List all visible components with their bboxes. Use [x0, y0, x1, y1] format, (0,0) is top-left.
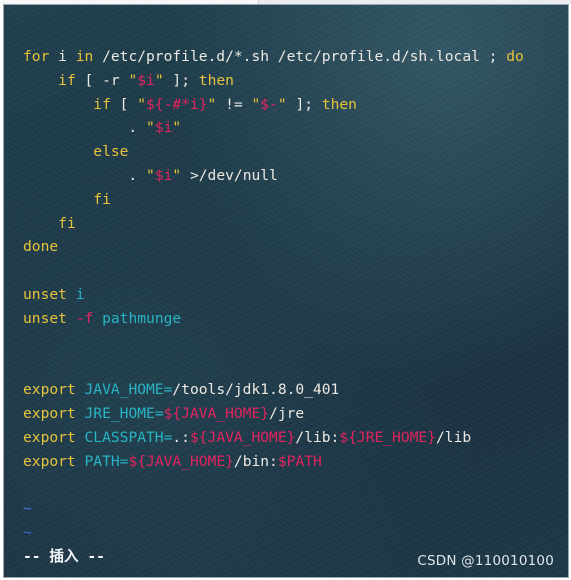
- screenshot-frame: for i in /etc/profile.d/*.sh /etc/profil…: [0, 0, 571, 580]
- code-token: ${JAVA_HOME}: [189, 428, 296, 446]
- code-token: JRE_HOME: [84, 404, 155, 422]
- terminal-window[interactable]: for i in /etc/profile.d/*.sh /etc/profil…: [3, 4, 569, 578]
- code-line: fi: [23, 212, 524, 236]
- code-token: /jre: [269, 404, 305, 422]
- code-line: export JAVA_HOME=/tools/jdk1.8.0_401: [23, 378, 524, 402]
- code-token: JAVA_HOME: [84, 381, 164, 399]
- code-token: ": [172, 119, 182, 137]
- code-token: .:: [172, 428, 190, 446]
- code-token: $-: [260, 95, 278, 113]
- code-token: ": [154, 71, 164, 89]
- code-token: ": [277, 95, 287, 113]
- code-token: ${JAVA_HOME}: [128, 452, 234, 470]
- code-token: i: [75, 285, 85, 303]
- code-token: PATH: [84, 452, 120, 470]
- code-token: /lib:: [295, 428, 340, 446]
- code-line: else: [23, 140, 524, 164]
- code-token: unset: [23, 309, 67, 327]
- code-line: ~: [23, 497, 524, 521]
- code-token: ];: [286, 95, 322, 113]
- code-token: ": [128, 71, 138, 89]
- code-token: in: [75, 48, 94, 65]
- code-token: $i: [154, 166, 173, 184]
- code-token: ${-#*i}: [146, 95, 208, 113]
- code-token: do: [506, 48, 524, 65]
- code-token: then: [321, 95, 357, 113]
- code-token: >/dev/null: [181, 166, 278, 184]
- code-token: $PATH: [277, 452, 322, 470]
- code-token: ": [146, 166, 155, 184]
- code-token: $i: [137, 71, 155, 89]
- code-line: done: [23, 235, 524, 259]
- code-line: if [ "${-#*i}" != "$-" ]; then: [23, 93, 524, 117]
- code-token: /bin:: [233, 452, 278, 470]
- code-token: fi: [93, 190, 111, 208]
- code-line: unset i: [23, 283, 524, 307]
- code-token: ": [146, 119, 155, 137]
- vim-text-buffer[interactable]: for i in /etc/profile.d/*.sh /etc/profil…: [23, 45, 524, 569]
- code-token: ": [172, 166, 182, 184]
- code-line: . "$i" >/dev/null: [23, 164, 524, 188]
- code-line: for i in /etc/profile.d/*.sh /etc/profil…: [23, 45, 524, 69]
- code-token: /tools/jdk1.8.0_401: [172, 381, 340, 399]
- code-token: done: [23, 238, 59, 256]
- code-token: i: [49, 48, 76, 65]
- code-token: ": [137, 95, 147, 113]
- code-line: unset -f pathmunge: [23, 307, 524, 331]
- code-token: ": [251, 95, 261, 113]
- code-token: [ -r: [75, 71, 129, 89]
- empty-line-marker: ~: [23, 500, 32, 518]
- code-token: for: [23, 48, 50, 65]
- code-token: then: [198, 71, 234, 89]
- code-token: pathmunge: [102, 309, 182, 327]
- code-token: if: [93, 95, 111, 113]
- code-token: .: [23, 166, 147, 184]
- watermark: CSDN @110010100: [417, 553, 554, 569]
- code-line: . "$i": [23, 116, 524, 140]
- code-token: export: [23, 428, 76, 446]
- empty-line-marker: ~: [23, 523, 32, 541]
- code-token: else: [93, 143, 129, 161]
- code-token: export: [23, 381, 76, 399]
- code-token: ${JRE_HOME}: [339, 428, 436, 446]
- code-token: $i: [154, 119, 173, 137]
- code-token: =: [154, 404, 164, 422]
- code-token: ${JAVA_HOME}: [163, 404, 270, 422]
- code-line: ~: [23, 521, 524, 545]
- code-line: export PATH=${JAVA_HOME}/bin:$PATH: [23, 450, 524, 474]
- code-token: -f: [75, 309, 94, 327]
- code-line: export JRE_HOME=${JAVA_HOME}/jre: [23, 402, 524, 426]
- code-token: [: [110, 95, 138, 113]
- code-token: /lib: [436, 428, 472, 446]
- code-token: .: [23, 119, 147, 137]
- code-token: unset: [23, 285, 67, 303]
- code-line: fi: [23, 188, 524, 212]
- code-line: export CLASSPATH=.:${JAVA_HOME}/lib:${JR…: [23, 426, 524, 450]
- code-token: fi: [58, 214, 76, 232]
- code-token: CLASSPATH: [84, 428, 164, 446]
- code-line: if [ -r "$i" ]; then: [23, 69, 524, 93]
- code-token: export: [23, 404, 76, 422]
- code-token: !=: [216, 95, 252, 113]
- code-token: ];: [163, 71, 199, 89]
- code-token: /etc/profile.d/*.sh /etc/profile.d/sh.lo…: [93, 48, 507, 65]
- code-token: if: [58, 71, 76, 89]
- code-token: export: [23, 452, 76, 470]
